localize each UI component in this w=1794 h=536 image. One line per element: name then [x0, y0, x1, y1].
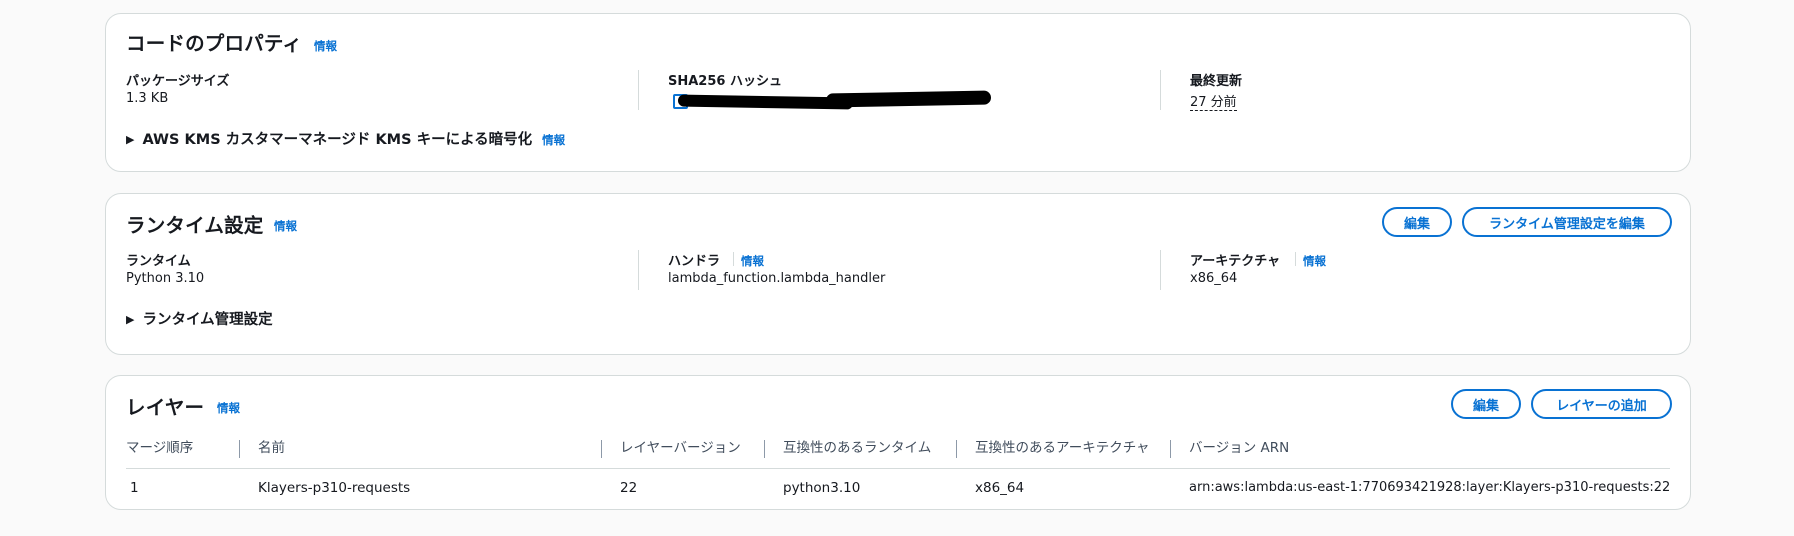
add-layer-button[interactable]: レイヤーの追加	[1531, 389, 1672, 419]
handler-info-link[interactable]: 情報	[741, 253, 764, 269]
runtime-settings-panel: ランタイム設定 情報 編集 ランタイム管理設定を編集 ランタイム Python …	[105, 193, 1691, 355]
package-size-label: パッケージサイズ	[126, 74, 230, 89]
table-row: 1 Klayers-p310-requests 22 python3.10 x8…	[126, 469, 1670, 507]
column-resizer[interactable]	[956, 440, 957, 458]
architecture-info-link[interactable]: 情報	[1303, 253, 1326, 269]
code-properties-title: コードのプロパティ	[126, 32, 303, 55]
architecture-value: x86_64	[1190, 271, 1238, 286]
cell-merge-order: 1	[130, 480, 139, 496]
column-divider	[1160, 250, 1161, 290]
column-resizer[interactable]	[764, 440, 765, 458]
column-header-version-arn[interactable]: バージョン ARN	[1189, 432, 1289, 468]
runtime-settings-info-link[interactable]: 情報	[274, 218, 297, 234]
column-header-merge-order[interactable]: マージ順序	[126, 432, 193, 468]
column-divider	[638, 70, 639, 110]
sha256-label: SHA256 ハッシュ	[668, 74, 782, 89]
layers-info-link[interactable]: 情報	[217, 400, 240, 416]
caret-right-icon: ▶	[126, 313, 135, 326]
runtime-settings-title: ランタイム設定	[126, 214, 264, 237]
column-header-layer-version[interactable]: レイヤーバージョン	[620, 432, 741, 468]
layers-title: レイヤー	[126, 396, 205, 419]
column-header-compatible-runtimes[interactable]: 互換性のあるランタイム	[783, 432, 931, 468]
label-divider	[733, 252, 734, 266]
redacted-hash-part	[825, 90, 992, 108]
kms-encryption-label: AWS KMS カスタマーマネージド KMS キーによる暗号化	[142, 132, 533, 148]
runtime-label: ランタイム	[126, 254, 191, 269]
code-properties-info-link[interactable]: 情報	[314, 38, 337, 54]
column-divider	[638, 250, 639, 290]
cell-compatible-runtimes: python3.10	[783, 480, 861, 496]
column-resizer[interactable]	[601, 440, 602, 458]
package-size-value: 1.3 KB	[126, 91, 169, 106]
handler-label: ハンドラ	[668, 254, 721, 269]
runtime-value: Python 3.10	[126, 271, 205, 286]
column-resizer[interactable]	[1170, 440, 1171, 458]
kms-info-link[interactable]: 情報	[542, 133, 565, 147]
label-divider	[1295, 252, 1296, 266]
kms-encryption-expander[interactable]: ▶ AWS KMS カスタマーマネージド KMS キーによる暗号化 情報	[126, 128, 565, 149]
last-modified-value: 27 分前	[1190, 91, 1237, 111]
last-modified-label: 最終更新	[1190, 74, 1243, 89]
cell-name: Klayers-p310-requests	[258, 480, 411, 496]
runtime-management-label: ランタイム管理設定	[142, 312, 273, 328]
code-properties-panel: コードのプロパティ 情報 パッケージサイズ 1.3 KB SHA256 ハッシュ…	[105, 13, 1691, 172]
layers-panel: レイヤー 情報 編集 レイヤーの追加 マージ順序 名前 レイヤーバージョン 互換…	[105, 375, 1691, 510]
runtime-management-expander[interactable]: ▶ ランタイム管理設定	[126, 308, 273, 329]
edit-runtime-management-button[interactable]: ランタイム管理設定を編集	[1462, 207, 1672, 237]
layers-edit-button[interactable]: 編集	[1451, 389, 1521, 419]
architecture-label: アーキテクチャ	[1190, 254, 1281, 269]
column-divider	[1160, 70, 1161, 110]
cell-version-arn: arn:aws:lambda:us-east-1:770693421928:la…	[1189, 480, 1671, 495]
column-header-name[interactable]: 名前	[258, 432, 285, 468]
runtime-edit-button[interactable]: 編集	[1382, 207, 1452, 237]
column-header-compatible-architectures[interactable]: 互換性のあるアーキテクチャ	[975, 432, 1150, 468]
cell-compatible-architectures: x86_64	[975, 480, 1025, 496]
column-resizer[interactable]	[239, 440, 240, 458]
caret-right-icon: ▶	[126, 133, 135, 146]
handler-value: lambda_function.lambda_handler	[668, 271, 886, 286]
cell-layer-version: 22	[620, 480, 638, 496]
layers-table-header: マージ順序 名前 レイヤーバージョン 互換性のあるランタイム 互換性のあるアーキ…	[126, 432, 1670, 469]
